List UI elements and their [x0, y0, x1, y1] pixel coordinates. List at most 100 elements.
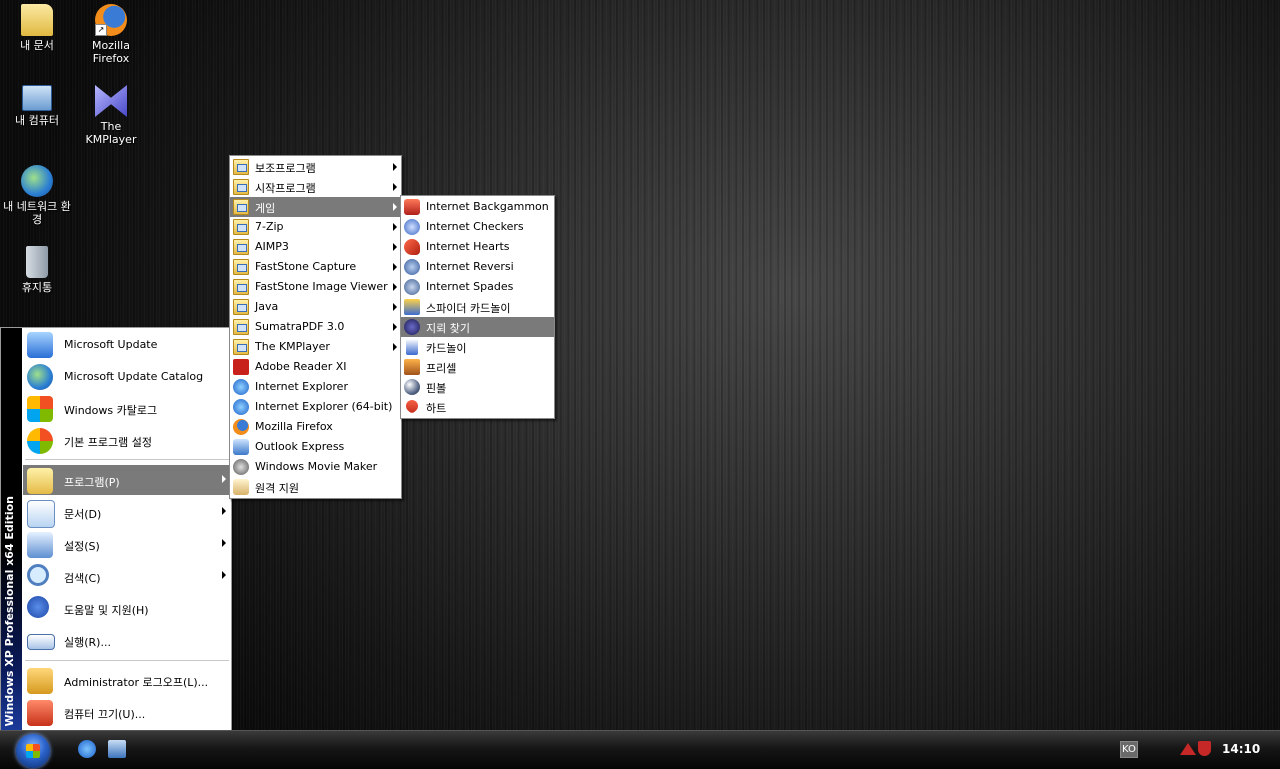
programs-item-firefox[interactable]: Mozilla Firefox: [230, 417, 401, 437]
start-item-settings[interactable]: 설정(S): [23, 529, 230, 559]
programs-item-remote-assistance[interactable]: 원격 지원: [230, 477, 401, 497]
desktop-icon-kmplayer[interactable]: The KMPlayer: [74, 85, 148, 146]
start-item-logoff[interactable]: Administrator 로그오프(L)...: [23, 665, 230, 695]
minesweeper-icon: [404, 319, 420, 335]
games-item-reversi[interactable]: Internet Reversi: [401, 257, 554, 277]
shortcut-arrow-icon: ↗: [95, 24, 107, 36]
programs-item-7zip[interactable]: 7-Zip: [230, 217, 401, 237]
tray-warning-icon[interactable]: [1180, 743, 1196, 755]
menu-item-label: Internet Checkers: [426, 220, 524, 233]
programs-item-java[interactable]: Java: [230, 297, 401, 317]
desktop-icon-firefox[interactable]: ↗ Mozilla Firefox: [74, 4, 148, 65]
start-menu-sidebar: Windows XP Professional x64 Edition: [1, 328, 22, 730]
security-shield-icon[interactable]: [1198, 741, 1211, 756]
menu-item-label: Java: [255, 300, 279, 313]
taskbar-clock[interactable]: 14:10: [1222, 742, 1260, 756]
language-indicator[interactable]: KO: [1120, 741, 1138, 758]
games-item-solitaire[interactable]: 카드놀이: [401, 337, 554, 357]
help-icon: [27, 596, 49, 618]
spades-icon: [404, 279, 420, 295]
menu-item-label: 카드놀이: [426, 342, 467, 355]
internet-explorer-icon[interactable]: [78, 740, 96, 758]
start-menu: Windows XP Professional x64 Edition Micr…: [0, 327, 232, 731]
start-item-default-programs[interactable]: 기본 프로그램 설정: [23, 425, 230, 455]
menu-item-label: Internet Backgammon: [426, 200, 549, 213]
programs-item-accessories[interactable]: 보조프로그램: [230, 157, 401, 177]
programs-item-sumatrapdf[interactable]: SumatraPDF 3.0: [230, 317, 401, 337]
start-item-windows-catalog[interactable]: Windows 카탈로그: [23, 393, 230, 423]
programs-item-faststone-capture[interactable]: FastStone Capture: [230, 257, 401, 277]
start-item-label: 컴퓨터 끄기(U)...: [64, 708, 146, 721]
games-item-backgammon[interactable]: Internet Backgammon: [401, 197, 554, 217]
internet-explorer-icon: [233, 399, 249, 415]
menu-item-label: Internet Explorer (64-bit): [255, 400, 393, 413]
menu-item-label: 하트: [426, 402, 447, 415]
desktop-icon-network[interactable]: 내 네트워크 환경: [0, 165, 74, 226]
default-programs-icon: [27, 428, 53, 454]
programs-item-kmplayer[interactable]: The KMPlayer: [230, 337, 401, 357]
start-item-programs[interactable]: 프로그램(P): [23, 465, 230, 495]
firefox-icon: [233, 419, 249, 435]
menu-item-label: 원격 지원: [255, 482, 299, 495]
chevron-right-icon: [393, 243, 397, 251]
games-item-pinball[interactable]: 핀볼: [401, 377, 554, 397]
menu-item-label: 보조프로그램: [255, 162, 316, 175]
start-item-help[interactable]: 도움말 및 지원(H): [23, 593, 230, 623]
start-button[interactable]: [16, 734, 50, 768]
programs-item-outlook-express[interactable]: Outlook Express: [230, 437, 401, 457]
programs-item-movie-maker[interactable]: Windows Movie Maker: [230, 457, 401, 477]
start-item-update-catalog[interactable]: Microsoft Update Catalog: [23, 361, 230, 391]
menu-item-label: 스파이더 카드놀이: [426, 302, 511, 315]
chevron-right-icon: [393, 283, 397, 291]
chevron-right-icon: [393, 223, 397, 231]
network-icon: [21, 165, 53, 197]
menu-item-label: Mozilla Firefox: [255, 420, 333, 433]
desktop-icon-my-documents[interactable]: 내 문서: [0, 4, 74, 52]
menu-item-label: 지뢰 찾기: [426, 322, 470, 335]
programs-item-faststone-viewer[interactable]: FastStone Image Viewer: [230, 277, 401, 297]
start-item-documents[interactable]: 문서(D): [23, 497, 230, 528]
games-item-freecell[interactable]: 프리셀: [401, 357, 554, 377]
programs-item-internet-explorer[interactable]: Internet Explorer: [230, 377, 401, 397]
show-desktop-icon[interactable]: [108, 740, 126, 758]
chevron-right-icon: [222, 475, 226, 483]
menu-item-label: 시작프로그램: [255, 182, 316, 195]
menu-item-label: FastStone Capture: [255, 260, 357, 273]
start-menu-divider: [25, 660, 229, 661]
games-item-minesweeper[interactable]: 지뢰 찾기: [401, 317, 554, 337]
programs-item-internet-explorer-64[interactable]: Internet Explorer (64-bit): [230, 397, 401, 417]
menu-item-label: 게임: [255, 202, 276, 215]
games-item-spider-solitaire[interactable]: 스파이더 카드놀이: [401, 297, 554, 317]
desktop-icon-my-computer[interactable]: 내 컴퓨터: [0, 85, 74, 127]
programs-icon: [27, 468, 53, 494]
programs-item-aimp3[interactable]: AIMP3: [230, 237, 401, 257]
games-item-hearts-game[interactable]: 하트: [401, 397, 554, 417]
movie-maker-icon: [233, 459, 249, 475]
start-item-label: 실행(R)...: [64, 636, 111, 649]
games-item-checkers[interactable]: Internet Checkers: [401, 217, 554, 237]
games-item-hearts[interactable]: Internet Hearts: [401, 237, 554, 257]
remote-assistance-icon: [233, 479, 249, 495]
chevron-right-icon: [222, 507, 226, 515]
desktop-icon-recycle-bin[interactable]: 휴지통: [0, 246, 74, 294]
start-item-microsoft-update[interactable]: Microsoft Update: [23, 329, 230, 359]
start-item-run[interactable]: 실행(R)...: [23, 625, 230, 655]
start-item-label: 기본 프로그램 설정: [64, 436, 152, 449]
desktop-icon-label: 휴지통: [21, 281, 53, 294]
games-item-spades[interactable]: Internet Spades: [401, 277, 554, 297]
programs-item-games[interactable]: 게임: [230, 197, 401, 217]
adobe-reader-icon: [233, 359, 249, 375]
start-item-search[interactable]: 검색(C): [23, 561, 230, 591]
start-item-label: 검색(C): [64, 572, 101, 585]
outlook-express-icon: [233, 439, 249, 455]
desktop-icon-label: 내 컴퓨터: [15, 114, 59, 127]
chevron-right-icon: [393, 203, 397, 211]
chevron-right-icon: [393, 343, 397, 351]
documents-icon: [27, 500, 55, 528]
menu-item-label: SumatraPDF 3.0: [255, 320, 345, 333]
chevron-right-icon: [393, 303, 397, 311]
menu-item-label: Windows Movie Maker: [255, 460, 378, 473]
programs-item-startup[interactable]: 시작프로그램: [230, 177, 401, 197]
start-item-shutdown[interactable]: 컴퓨터 끄기(U)...: [23, 697, 230, 727]
programs-item-adobe-reader[interactable]: Adobe Reader XI: [230, 357, 401, 377]
